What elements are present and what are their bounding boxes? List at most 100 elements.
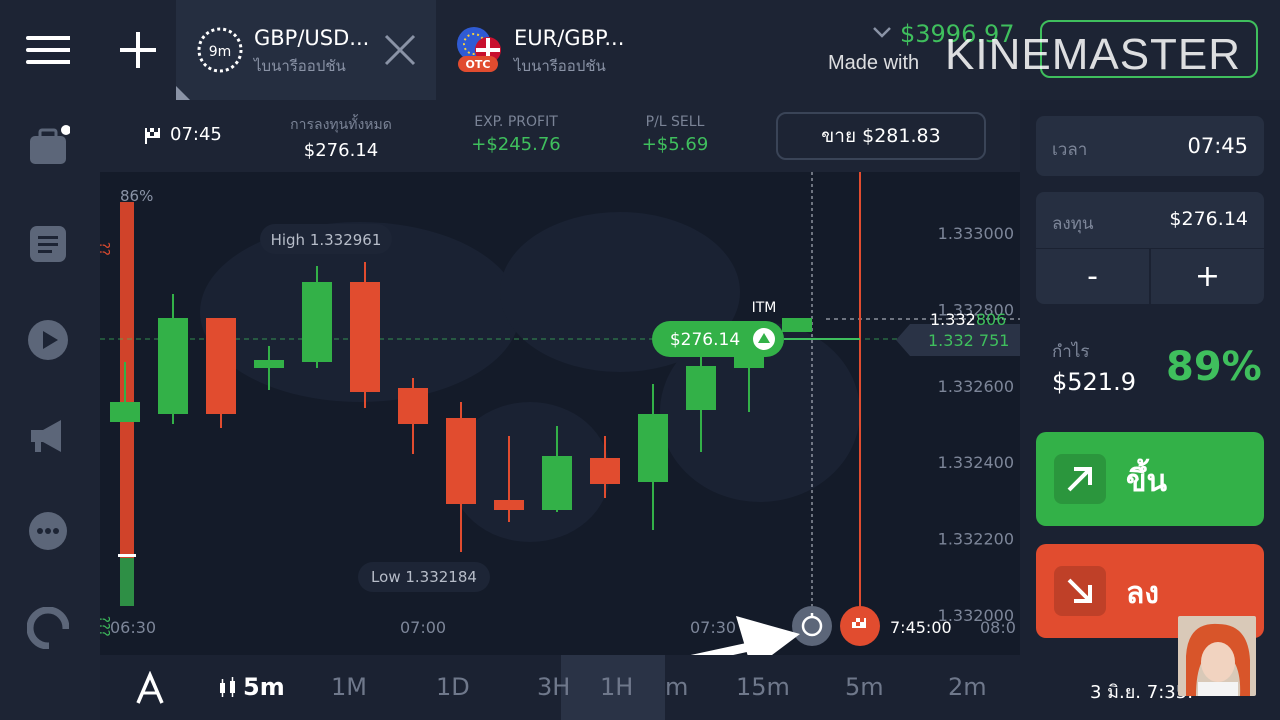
profit-value: $521.9 <box>1052 368 1136 396</box>
x-tick-label: 07:00 <box>400 618 446 637</box>
down-label: ลง <box>1126 576 1160 611</box>
exp-profit-label: EXP. PROFIT <box>474 114 558 130</box>
svg-text:OTC: OTC <box>466 58 491 71</box>
candle-body <box>782 318 812 332</box>
profit-percent: 89% <box>1166 344 1262 390</box>
close-tab-button[interactable] <box>380 30 420 70</box>
candles-icon[interactable] <box>218 677 240 699</box>
chat-support-icon[interactable] <box>26 510 70 554</box>
call-up-button[interactable]: ขึ้น <box>1036 432 1264 526</box>
y-tick-label: 1.332400 <box>938 453 1014 472</box>
sentiment-top-mark: ?? <box>100 242 111 256</box>
time-value: 07:45 <box>1187 134 1248 158</box>
candle-body <box>446 418 476 504</box>
sentiment-bar-red <box>120 202 134 558</box>
position-amount: $276.14 <box>670 330 740 350</box>
drawing-tools-icon[interactable] <box>134 671 166 705</box>
arrow-down-right-icon <box>1054 566 1106 616</box>
world-map-background <box>200 212 860 542</box>
sentiment-marker <box>118 554 136 557</box>
x-axis: 06:30 07:00 07:30 08:0 <box>110 618 1016 637</box>
video-tutorials-icon[interactable] <box>26 318 70 362</box>
timer-icon: 9m <box>197 27 243 73</box>
flag-icon <box>145 127 160 144</box>
close-icon <box>384 34 416 66</box>
exp-profit-value: +$245.76 <box>471 134 561 155</box>
timeframe-1h[interactable]: 1H <box>600 673 633 701</box>
svg-text:9m: 9m <box>209 44 232 60</box>
x-tick-label: 07:30 <box>690 618 736 637</box>
tab-title: EUR/GBP... <box>514 26 625 50</box>
avatar <box>1178 616 1256 696</box>
chart-svg: 86% ?? ??? 1.3330001.3328001.3326001.332… <box>100 172 1020 655</box>
up-label: ขึ้น <box>1126 464 1168 499</box>
candle-body <box>350 282 380 392</box>
x-tick-label: 08:0 <box>980 618 1016 637</box>
expiry-time-field[interactable]: เวลา 07:45 <box>1036 116 1264 176</box>
chevron-down-icon[interactable] <box>872 26 892 40</box>
timeframe-1m[interactable]: 1M <box>331 673 367 701</box>
sentiment-percent: 86% <box>120 187 153 205</box>
current-price-secondary: 1.332 751 <box>928 331 1009 350</box>
invest-label: ลงทุน <box>1052 214 1094 234</box>
total-invest-label: การลงทุนทั้งหมด <box>290 117 392 133</box>
timeframe-1d[interactable]: 1D <box>436 673 470 701</box>
portfolio-icon[interactable] <box>26 124 70 168</box>
increase-amount-button[interactable]: + <box>1151 248 1264 304</box>
annotation-arrow <box>690 616 800 655</box>
left-rail <box>0 0 100 720</box>
asset-tabs-bar: 9m GBP/USD... ไบนารีออปชัน OTC EUR/GBP..… <box>100 0 1280 100</box>
total-invest-value: $276.14 <box>303 140 379 161</box>
arrow-up-right-icon <box>1054 454 1106 504</box>
candlestick-chart[interactable]: 86% ?? ??? 1.333000 1.332800 1.332600 1.332… <box>100 172 1020 655</box>
candle-body <box>494 500 524 510</box>
announcements-icon[interactable] <box>26 414 70 458</box>
profit-label: กำไร <box>1052 342 1090 362</box>
asset-tab-eurgbp[interactable]: OTC EUR/GBP... ไบนารีออปชัน <box>436 0 686 100</box>
candle-body <box>686 366 716 410</box>
expiry-time: 07:45 <box>170 124 222 145</box>
sell-button[interactable]: ขาย $281.83 <box>776 112 986 160</box>
candle-body <box>302 282 332 362</box>
time-label: เวลา <box>1052 140 1088 160</box>
tab-subtitle: ไบนารีออปชัน <box>514 57 606 75</box>
tab-title: GBP/USD... <box>254 26 370 50</box>
invest-amount-field[interactable]: ลงทุน $276.14 <box>1036 192 1264 248</box>
itm-label: ITM <box>752 300 777 316</box>
invest-value: $276.14 <box>1169 208 1248 230</box>
trade-panel: เวลา 07:45 ลงทุน $276.14 - + กำไร $521.9… <box>1020 100 1280 655</box>
trading-app: 9m GBP/USD... ไบนารีออปชัน OTC EUR/GBP..… <box>0 0 1280 720</box>
y-axis: 1.3330001.3328001.3326001.3324001.332200… <box>938 224 1014 625</box>
promo-icon[interactable] <box>26 606 70 650</box>
candle-body <box>398 388 428 424</box>
sentiment-bar-green <box>120 558 134 606</box>
candle-body <box>254 360 284 368</box>
tab-corner-icon <box>176 86 190 100</box>
x-tick-label: 06:30 <box>110 618 156 637</box>
current-price-main: 1.332806 <box>930 310 1006 329</box>
pl-sell-value: +$5.69 <box>641 134 709 155</box>
purchase-timer-icon[interactable] <box>792 606 832 646</box>
menu-icon[interactable] <box>26 28 70 72</box>
y-tick-label: 1.332200 <box>938 530 1014 549</box>
news-icon[interactable] <box>26 222 70 266</box>
decrease-amount-button[interactable]: - <box>1036 248 1149 304</box>
candle-body <box>206 318 236 414</box>
add-asset-button[interactable] <box>100 0 176 100</box>
y-tick-label: 1.333000 <box>938 224 1014 243</box>
timeframe-3h[interactable]: 3H <box>537 673 570 701</box>
watermark-made-with: Made with <box>828 52 920 74</box>
tab-subtitle: ไบนารีออปชัน <box>254 57 346 75</box>
watermark-brand: KINEMASTER <box>945 30 1242 79</box>
trade-info-strip: 07:45 การลงทุนทั้งหมด $276.14 EXP. PROFI… <box>100 100 1020 172</box>
plus-icon <box>120 32 156 68</box>
timeframe-m[interactable]: m <box>665 673 688 701</box>
candle-body <box>542 456 572 510</box>
chart-timeframe[interactable]: 5m <box>243 673 285 701</box>
timeframe-2m[interactable]: 2m <box>948 673 987 701</box>
timeframe-5m[interactable]: 5m <box>845 673 884 701</box>
high-label: High 1.332961 <box>271 231 382 249</box>
y-tick-label: 1.332600 <box>938 377 1014 396</box>
timeframe-15m[interactable]: 15m <box>736 673 790 701</box>
candle-body <box>158 318 188 414</box>
